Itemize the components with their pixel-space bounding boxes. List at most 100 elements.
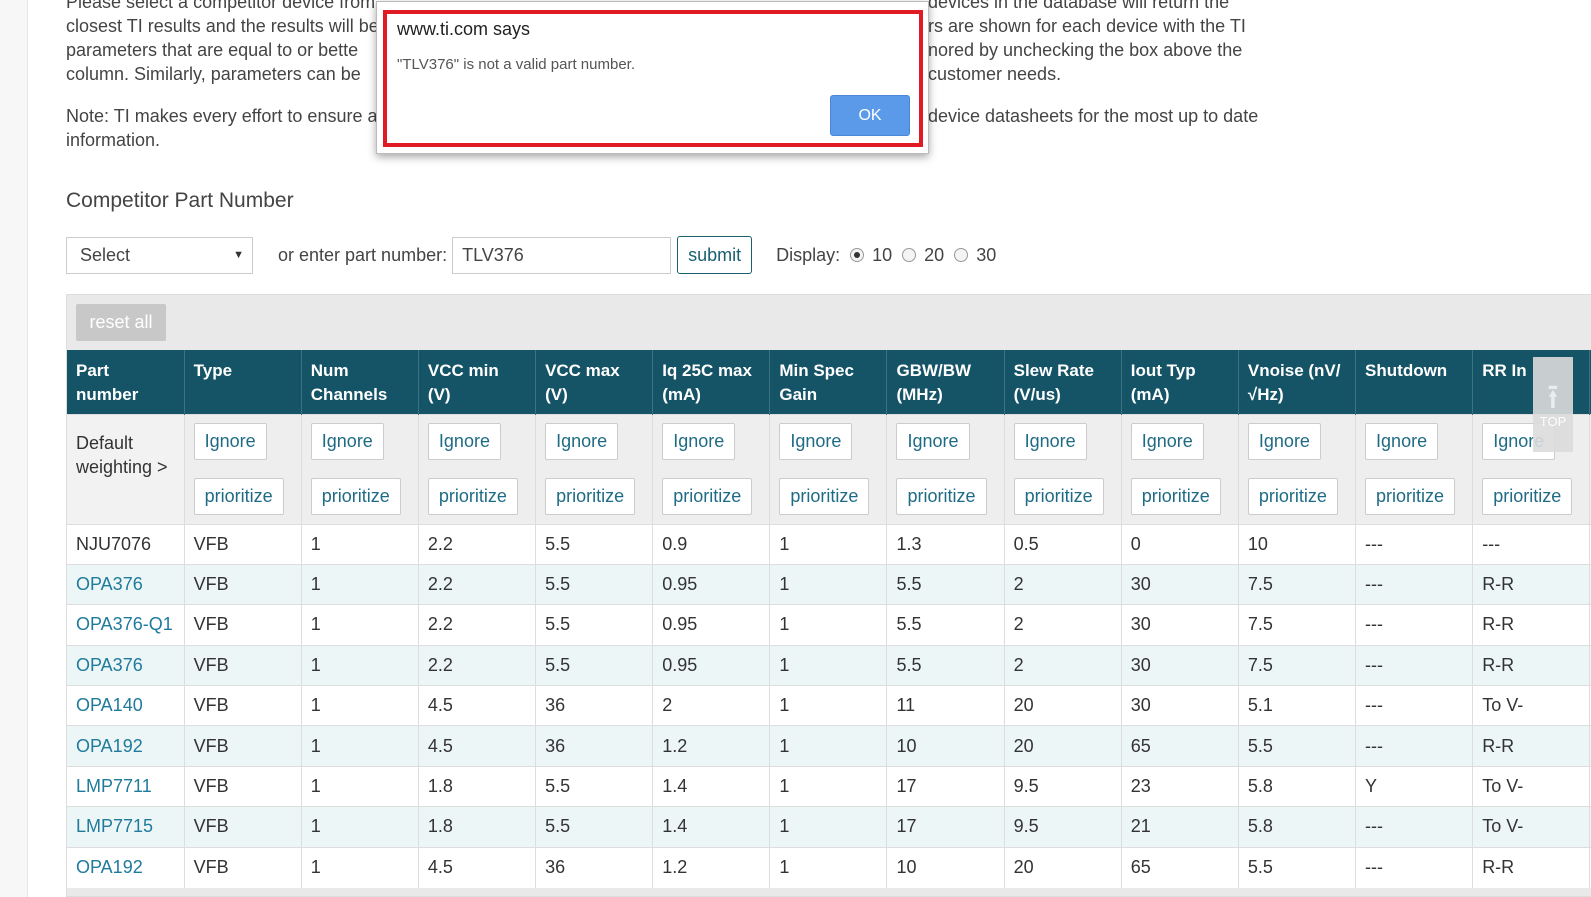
table-row: OPA192VFB14.5361.211020655.5---R-RR [67,725,1591,767]
table-cell: 5.1 [1237,685,1356,726]
intro-line: nored by unchecking the box above the [928,40,1243,60]
table-cell: 1 [769,604,887,646]
column-header[interactable]: Part number [67,350,185,414]
weighting-cell: Ignore prioritize [1237,413,1356,524]
prioritize-button[interactable]: prioritize [896,477,987,515]
table-cell: 5.5 [886,644,1005,686]
table-cell: 1 [769,563,887,605]
column-header[interactable]: Shutdown [1355,350,1473,414]
prioritize-button[interactable]: prioritize [427,477,518,515]
table-cell: VFB [183,685,302,726]
ignore-button[interactable]: Ignore [1247,422,1321,460]
intro-line: parameters that are equal to or bette [66,40,359,60]
table-cell: 1 [769,806,887,848]
column-header[interactable]: VCC max (V) [535,350,653,414]
intro-paragraph-left: Please select a competitor device from c… [66,0,379,86]
column-header[interactable]: Min Spec Gain [769,350,887,414]
table-cell: 1 [300,765,419,807]
column-header[interactable]: GBW/BW (MHz) [886,350,1005,414]
ignore-button[interactable]: Ignore [662,422,736,460]
competitor-select[interactable]: Select ▼ [66,236,253,274]
weighting-cell: Ignore prioritize [769,413,887,524]
table-row: LMP7711VFB11.85.51.41179.5235.8YTo V-R [67,765,1591,807]
ignore-button[interactable]: Ignore [896,422,970,460]
table-cell: 0.9 [652,523,770,565]
table-cell: 2.2 [417,604,536,646]
table-cell: --- [1355,685,1473,726]
column-header[interactable]: VCC min (V) [417,350,536,414]
table-cell: VFB [183,644,302,686]
weighting-cell: Ignore prioritize [1003,413,1122,524]
table-cell: 36 [535,685,653,726]
prioritize-button[interactable]: prioritize [1013,477,1104,515]
part-number-link[interactable]: OPA376 [67,563,185,605]
table-cell: 1 [769,765,887,807]
ignore-button[interactable]: Ignore [545,422,619,460]
column-header[interactable]: Vnoise (nV/√Hz) [1237,350,1356,414]
table-cell: 2 [1003,604,1122,646]
table-cell: 7.5 [1237,604,1356,646]
table-cell: R-R [1472,644,1590,686]
table-cell: --- [1355,644,1473,686]
ignore-button[interactable]: Ignore [1013,422,1087,460]
column-header[interactable]: Iq 25C max (mA) [652,350,770,414]
ignore-button[interactable]: Ignore [1365,422,1439,460]
table-cell: 21 [1120,806,1239,848]
table-cell: 1.2 [652,725,770,767]
prioritize-button[interactable]: prioritize [1130,477,1221,515]
table-cell: 7.5 [1237,644,1356,686]
table-cell: 1 [769,725,887,767]
ignore-button[interactable]: Ignore [310,422,384,460]
ignore-button[interactable]: Ignore [193,422,267,460]
table-cell: VFB [183,806,302,848]
alert-dialog: www.ti.com says "TLV376" is not a valid … [376,1,929,154]
table-cell: --- [1355,604,1473,646]
display-10-radio[interactable] [850,248,865,262]
back-to-top-button[interactable]: ⭱ TOP [1533,357,1573,452]
prioritize-button[interactable]: prioritize [779,477,870,515]
column-header[interactable]: Type [183,350,302,414]
ignore-button[interactable]: Ignore [427,422,501,460]
table-cell: 65 [1120,846,1239,888]
display-20-radio[interactable] [902,248,917,262]
intro-line: rs are shown for each device with the TI [928,16,1246,36]
ok-button[interactable]: OK [830,95,910,136]
part-number-link[interactable]: LMP7715 [67,806,185,848]
ignore-button[interactable]: Ignore [779,422,853,460]
intro-line: closest TI results and the results will … [66,16,379,36]
intro-line: customer needs. [928,64,1062,84]
part-number-cell: NJU7076 [67,523,185,565]
note-line: Note: TI makes every effort to ensure a [66,106,378,126]
prioritize-button[interactable]: prioritize [545,477,636,515]
part-number-link[interactable]: OPA140 [67,685,185,726]
table-cell: 1 [769,685,887,726]
weighting-cell: Ignore prioritize [535,413,653,524]
prioritize-button[interactable]: prioritize [1482,477,1573,515]
table-cell: 5.5 [535,765,653,807]
table-cell: 10 [1237,523,1356,565]
submit-button[interactable]: submit [677,236,753,274]
part-number-input[interactable] [452,236,672,274]
results-grid: reset all Default weighting > Ignore prior… [66,294,1591,897]
column-header[interactable]: Num Channels [300,350,419,414]
prioritize-button[interactable]: prioritize [1247,477,1338,515]
part-number-link[interactable]: OPA376 [67,644,185,686]
part-number-link[interactable]: OPA376-Q1 [67,604,185,646]
prioritize-button[interactable]: prioritize [310,477,401,515]
table-cell: 1.3 [886,523,1005,565]
prioritize-button[interactable]: prioritize [662,477,753,515]
part-number-link[interactable]: LMP7711 [67,765,185,807]
part-number-link[interactable]: OPA192 [67,846,185,888]
table-cell: 0.95 [652,604,770,646]
column-header[interactable]: Iout Typ (mA) [1120,350,1239,414]
ignore-button[interactable]: Ignore [1130,422,1204,460]
prioritize-button[interactable]: prioritize [193,477,284,515]
column-header[interactable]: Slew Rate (V/us) [1003,350,1122,414]
display-30-radio[interactable] [954,248,969,262]
table-cell: 0.95 [652,644,770,686]
table-cell: 2.2 [417,523,536,565]
reset-all-button[interactable]: reset all [76,304,166,341]
table-cell: 5.5 [1237,725,1356,767]
part-number-link[interactable]: OPA192 [67,725,185,767]
prioritize-button[interactable]: prioritize [1365,477,1456,515]
